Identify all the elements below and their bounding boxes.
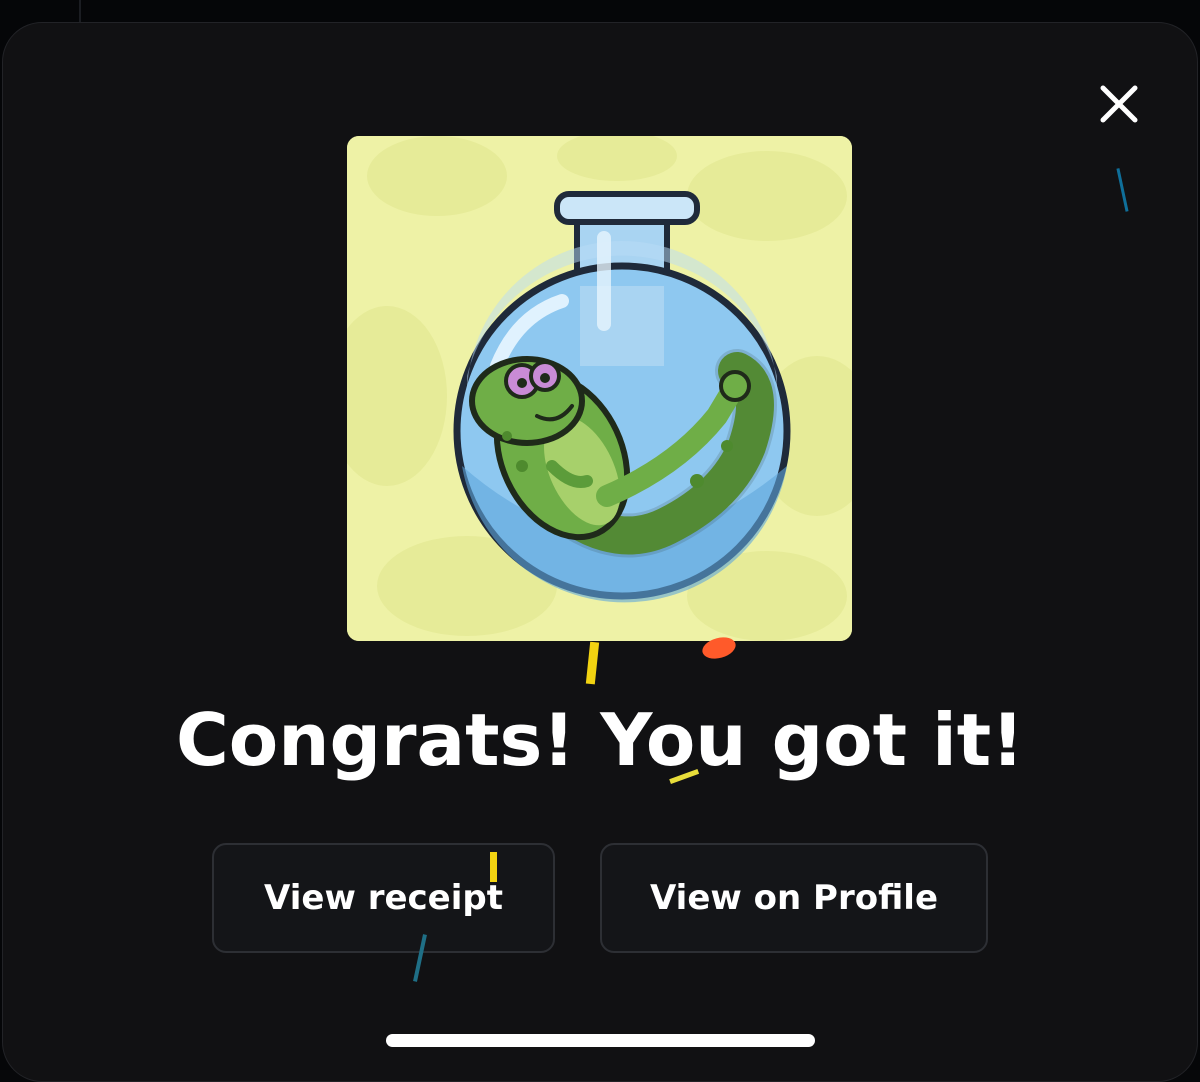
nft-image — [347, 136, 852, 641]
view-receipt-button[interactable]: View receipt — [212, 843, 555, 953]
congrats-headline: Congrats! You got it! — [175, 698, 1025, 782]
backdrop-divider — [79, 0, 81, 22]
lizard-in-flask-image — [347, 136, 852, 641]
close-icon — [1100, 85, 1138, 123]
close-button[interactable] — [1093, 78, 1145, 130]
home-indicator — [386, 1034, 815, 1047]
view-on-profile-button[interactable]: View on Profile — [600, 843, 988, 953]
